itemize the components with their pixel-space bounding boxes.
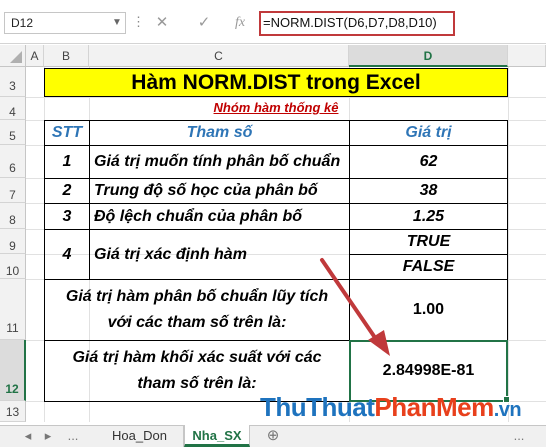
param-value[interactable]: 62	[349, 145, 508, 179]
tab-more-left[interactable]: ...	[62, 425, 84, 447]
sheet-subtitle[interactable]: Nhóm hàm thống kê	[44, 100, 508, 118]
add-sheet-icon[interactable]: ⊕	[262, 425, 284, 447]
formula-text: =NORM.DIST(D6,D7,D8,D10)	[263, 15, 437, 30]
select-all-corner[interactable]	[0, 45, 26, 67]
row-header-5[interactable]: 5	[0, 120, 26, 145]
grid-line	[26, 97, 546, 98]
row-header-9[interactable]: 9	[0, 229, 26, 254]
enter-icon[interactable]: ✓	[190, 12, 218, 34]
row-header-8[interactable]: 8	[0, 203, 26, 229]
column-header-b[interactable]: B	[44, 45, 89, 67]
result2-line2: tham số trên là:	[137, 375, 257, 392]
row-header-6[interactable]: 6	[0, 145, 26, 178]
column-header-a[interactable]: A	[26, 45, 44, 67]
row-header-11[interactable]: 11	[0, 279, 26, 340]
row-header-3[interactable]: 3	[0, 67, 26, 97]
param-label[interactable]: Độ lệch chuẩn của phân bố	[89, 203, 350, 230]
name-box-dropdown-icon[interactable]: ▼	[110, 14, 124, 32]
name-box[interactable]: D12	[4, 12, 126, 34]
param-stt[interactable]: 2	[44, 178, 90, 204]
tab-hoa-don[interactable]: Hoa_Don	[96, 425, 184, 447]
tab-nav-prev-icon[interactable]: ◂	[20, 425, 36, 447]
column-header-c[interactable]: C	[89, 45, 349, 67]
annotation-arrow-icon	[320, 258, 390, 356]
param-label[interactable]: Giá trị muốn tính phân bố chuẩn	[89, 145, 350, 179]
watermark-part: Thu	[260, 392, 307, 422]
header-stt[interactable]: STT	[44, 120, 90, 146]
watermark-logo: ThuThuatPhanMem.vn	[260, 392, 522, 423]
cancel-icon[interactable]: ✕	[148, 12, 176, 34]
tab-nav-next-icon[interactable]: ▸	[40, 425, 56, 447]
tab-more-right[interactable]: ...	[508, 425, 530, 447]
header-value[interactable]: Giá trị	[349, 120, 508, 146]
sheet-title[interactable]: Hàm NORM.DIST trong Excel	[44, 68, 508, 97]
select-all-icon	[10, 51, 22, 63]
param-label[interactable]: Trung độ số học của phân bố	[89, 178, 350, 204]
header-param[interactable]: Tham số	[89, 120, 350, 146]
tab-nha-sx[interactable]: Nha_SX	[184, 425, 250, 447]
param-stt[interactable]: 1	[44, 145, 90, 179]
row-header-13[interactable]: 13	[0, 401, 26, 422]
row-header-12[interactable]: 12	[0, 340, 26, 401]
watermark-part: .vn	[493, 399, 522, 421]
column-header-e[interactable]	[508, 45, 546, 67]
param-stt[interactable]: 4	[44, 229, 90, 280]
insert-function-icon[interactable]: fx	[226, 12, 254, 34]
result1-line2: với các tham số trên là:	[107, 314, 287, 331]
formula-bar-grip-icon[interactable]: ⋮	[132, 12, 145, 34]
column-header-d[interactable]: D	[349, 45, 508, 67]
result1-line1: Giá trị hàm phân bố chuẩn lũy tích	[65, 288, 329, 305]
param-value[interactable]: 38	[349, 178, 508, 204]
watermark-part: PhanMem	[374, 392, 494, 422]
param-stt[interactable]: 3	[44, 203, 90, 230]
row-header-10[interactable]: 10	[0, 254, 26, 279]
result1-label[interactable]: Giá trị hàm phân bố chuẩn lũy tích với c…	[44, 279, 350, 341]
result2-line1: Giá trị hàm khối xác suất với các	[72, 349, 322, 366]
row-header-7[interactable]: 7	[0, 178, 26, 203]
row-header-4[interactable]: 4	[0, 97, 26, 120]
watermark-part: Thuat	[306, 392, 375, 422]
param-value[interactable]: 1.25	[349, 203, 508, 230]
